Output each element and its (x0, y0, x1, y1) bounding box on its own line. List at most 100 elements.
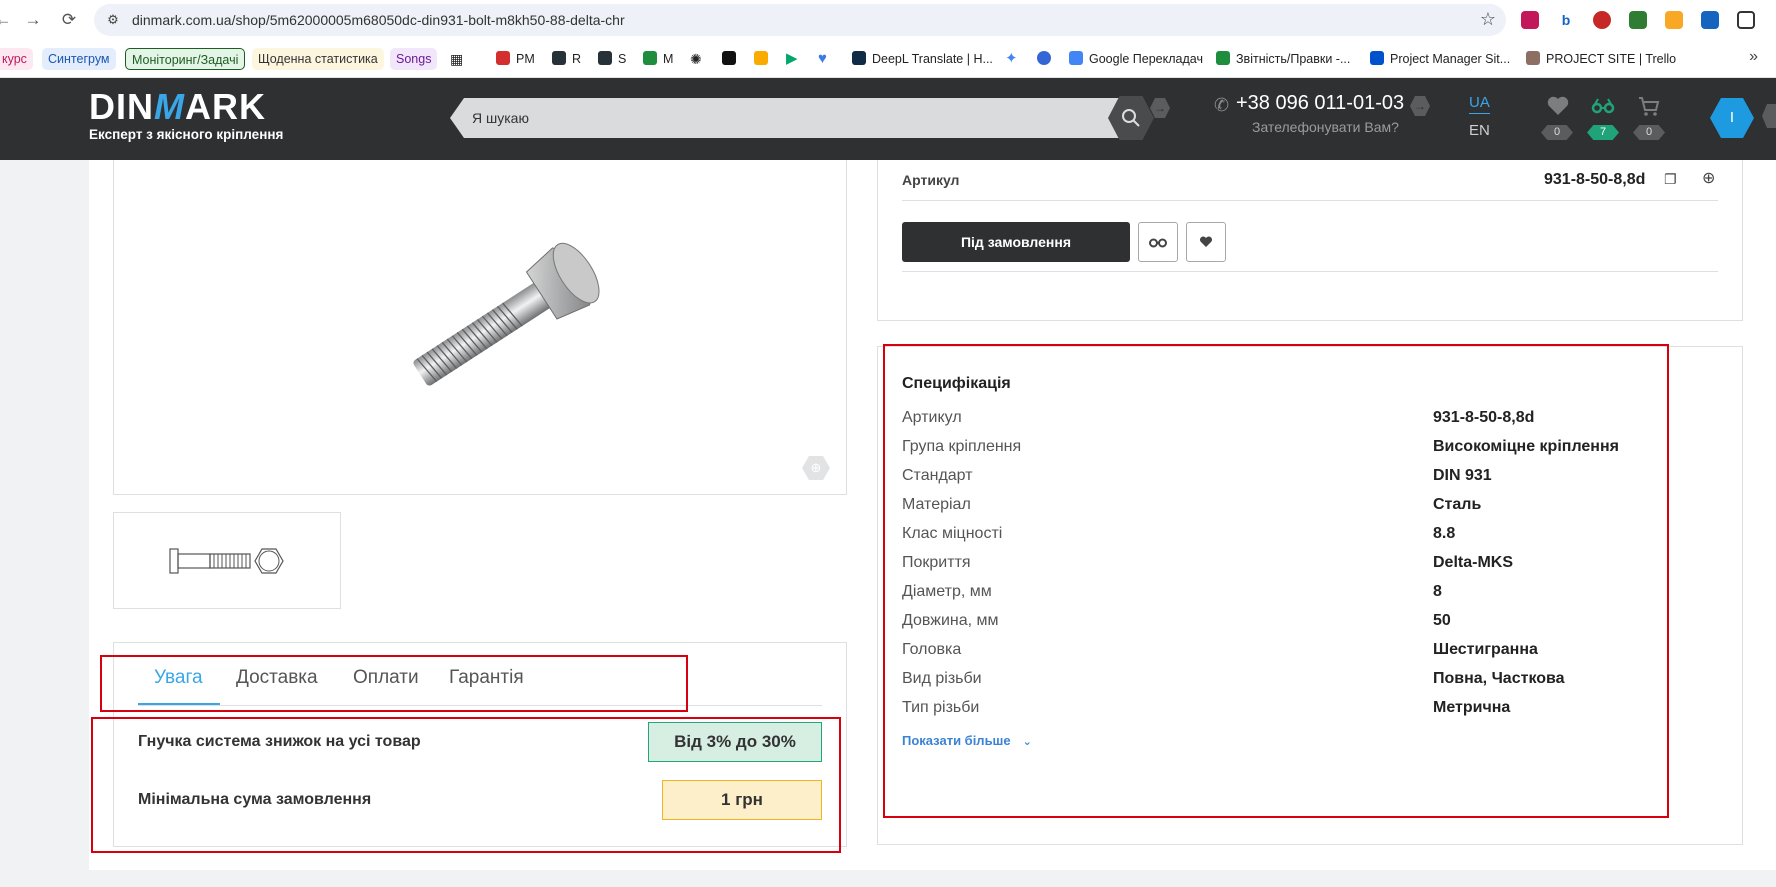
preorder-button[interactable]: Під замовлення (902, 222, 1130, 262)
phone-arrow-icon[interactable]: → (1410, 96, 1430, 116)
bookmark-label: Project Manager Sit... (1390, 52, 1511, 66)
b-extension-icon[interactable]: b (1557, 11, 1575, 29)
add-circle-icon[interactable]: ⊕ (1702, 168, 1715, 188)
compare-glasses-icon (1149, 238, 1167, 248)
phone-icon: ✆ (1214, 95, 1230, 115)
bookmark-songs[interactable]: Songs (390, 48, 438, 70)
bookmark-reports[interactable]: Звітність/Правки -... (1216, 48, 1350, 70)
actions-divider (902, 271, 1718, 272)
specification-card (877, 346, 1743, 845)
spec-value: Сталь (1433, 496, 1482, 513)
compare-glasses-icon[interactable] (1591, 94, 1615, 118)
browser-toolbar: ← → ⟳ ⚙ dinmark.com.ua/shop/5m62000005m6… (0, 0, 1776, 40)
logo-m-accent: M (154, 86, 185, 127)
tab-uvaha[interactable]: Увага (154, 667, 203, 689)
discount-label: Гнучка система знижок на усі товар (138, 733, 421, 750)
bolt-drawing-icon (169, 548, 284, 574)
bookmark-m[interactable]: M (643, 48, 673, 70)
bookmark-trello[interactable]: PROJECT SITE | Trello (1526, 48, 1676, 70)
bookmark-pm[interactable]: PM (496, 48, 535, 70)
favorites-heart-icon[interactable] (1546, 94, 1570, 118)
address-bar[interactable]: ⚙ dinmark.com.ua/shop/5m62000005m68050dc… (94, 4, 1506, 36)
play-bookmark-icon[interactable]: ▶ (786, 48, 798, 70)
compare-button[interactable] (1138, 222, 1178, 262)
heart-app-bookmark-icon[interactable]: ♥ (818, 48, 827, 70)
add-to-favorites-button[interactable] (1186, 222, 1226, 262)
show-more-label: Показати більше (902, 733, 1011, 748)
product-thumbnail[interactable] (113, 512, 341, 609)
back-icon[interactable]: ← (0, 9, 14, 31)
sku-value: 931-8-50-8,8d (1544, 171, 1646, 188)
chatgpt-bookmark-icon[interactable]: ✺ (690, 48, 702, 70)
sheets-favicon (643, 51, 657, 65)
user-menu-arrow-icon[interactable] (1762, 104, 1776, 128)
callback-link[interactable]: Зателефонувати Вам? (1252, 119, 1399, 135)
apps-grid-icon[interactable]: ▦ (450, 48, 463, 70)
url-text: dinmark.com.ua/shop/5m62000005m68050dc-d… (132, 12, 625, 28)
colorful-extension-icon[interactable] (1665, 11, 1683, 29)
spec-key: Довжина, мм (902, 612, 999, 629)
bookmark-monitoring[interactable]: Моніторинг/Задачі (125, 48, 246, 70)
reload-icon[interactable]: ⟳ (58, 9, 80, 31)
bookmark-project-manager[interactable]: Project Manager Sit... (1370, 48, 1510, 70)
bookmark-s[interactable]: S (598, 48, 626, 70)
bookmark-label: PM (516, 52, 535, 66)
forward-icon[interactable]: → (22, 9, 44, 31)
green-extension-icon[interactable] (1629, 11, 1647, 29)
tabs-divider (138, 705, 822, 706)
show-more-link[interactable]: Показати більше ⌄ (902, 733, 1032, 748)
bookmark-r[interactable]: R (552, 48, 581, 70)
spec-value: Шестигранна (1433, 641, 1538, 658)
spec-key: Артикул (902, 409, 962, 426)
bookmark-deepl[interactable]: DeepL Translate | H... (852, 48, 993, 70)
classroom-bookmark-icon[interactable] (754, 48, 774, 70)
blue-extension-icon[interactable] (1701, 11, 1719, 29)
search-arrow-icon[interactable]: → (1150, 98, 1170, 118)
heart-icon (1199, 236, 1213, 247)
s-extension-icon[interactable] (1593, 11, 1611, 29)
spec-key: Стандарт (902, 467, 973, 484)
cart-icon[interactable] (1637, 94, 1661, 118)
bookmark-star-icon[interactable]: ☆ (1480, 9, 1496, 30)
spec-value: 50 (1433, 612, 1451, 629)
pm-favicon (496, 51, 510, 65)
tab-payments[interactable]: Оплати (353, 667, 419, 689)
logo-tagline: Експерт з якісного кріплення (89, 127, 284, 142)
bookmark-kurs[interactable]: курс (0, 48, 33, 70)
copy-icon[interactable]: ❐ (1664, 171, 1677, 188)
tab-warranty[interactable]: Гарантія (449, 667, 524, 689)
bookmark-daily-stats[interactable]: Щоденна статистика (252, 48, 384, 70)
zoom-icon[interactable]: ⊕ (802, 456, 830, 480)
lang-ua[interactable]: UA (1469, 94, 1490, 114)
dinmark-logo[interactable]: DINMARK Експерт з якісного кріплення (89, 86, 284, 143)
search-box (450, 98, 1120, 138)
site-settings-icon[interactable]: ⚙ (104, 11, 122, 29)
sheets-favicon (1216, 51, 1230, 65)
phone-number[interactable]: +38 096 011-01-03 (1236, 92, 1404, 115)
site-header: DINMARK Експерт з якісного кріплення → ✆… (0, 78, 1776, 160)
tab-delivery[interactable]: Доставка (236, 667, 318, 689)
r-favicon (552, 51, 566, 65)
ublock-extension-icon[interactable] (1521, 11, 1539, 29)
lang-en[interactable]: EN (1469, 122, 1490, 139)
search-input[interactable] (472, 98, 1032, 138)
bookmark-label: Звітність/Правки -... (1236, 52, 1351, 66)
bookmark-label: Google Перекладач (1089, 52, 1203, 66)
spec-key: Матеріал (902, 496, 971, 513)
bolt-image[interactable] (384, 230, 624, 410)
dark-app-bookmark-icon[interactable] (722, 48, 742, 70)
user-avatar[interactable]: I (1710, 98, 1754, 138)
bookmark-label: M (663, 52, 674, 66)
gemini-bookmark-icon[interactable]: ✦ (1005, 48, 1018, 70)
bookmarks-overflow-icon[interactable]: » (1749, 48, 1758, 66)
bookmark-google-translate[interactable]: Google Перекладач (1069, 48, 1203, 70)
screenshot-extension-icon[interactable] (1737, 11, 1755, 29)
spec-key: Клас міцності (902, 525, 1003, 542)
min-order-badge: 1 грн (662, 780, 822, 820)
bookmark-syntegrum[interactable]: Синтегрум (42, 48, 116, 70)
voice-bookmark-icon[interactable] (1037, 48, 1057, 70)
chevron-down-icon: ⌄ (1022, 736, 1032, 748)
favorites-count-badge: 0 (1541, 125, 1573, 140)
s-favicon (598, 51, 612, 65)
spec-value: Delta-MKS (1433, 554, 1514, 571)
